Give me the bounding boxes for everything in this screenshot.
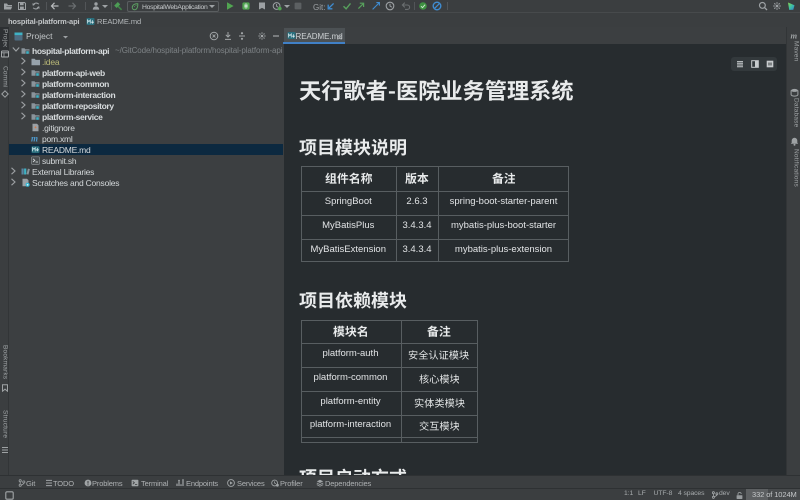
svg-text:m: m: [31, 134, 38, 143]
